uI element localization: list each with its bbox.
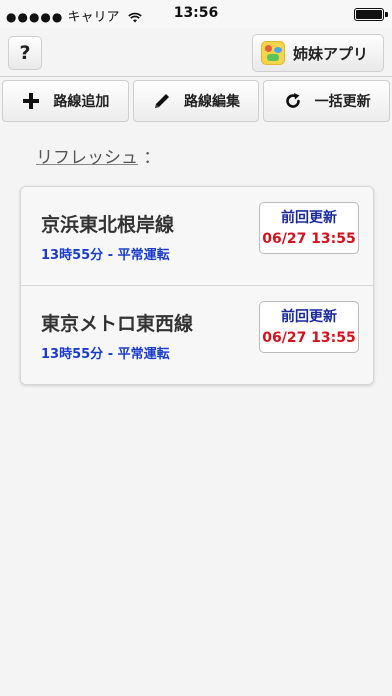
line-name: 東京メトロ東西線	[41, 313, 194, 335]
help-button[interactable]: ?	[8, 36, 42, 70]
sister-app-button[interactable]: 姉妹アプリ	[252, 34, 384, 72]
sister-app-icon	[261, 41, 285, 65]
refresh-all-button[interactable]: 一括更新	[263, 80, 391, 122]
last-update-title: 前回更新	[281, 210, 337, 226]
refresh-suffix: ：	[143, 148, 161, 168]
status-time: 13:56	[173, 5, 219, 21]
plus-icon	[21, 91, 41, 111]
nav-bar: ? 姉妹アプリ	[0, 28, 392, 77]
refresh-icon	[283, 91, 303, 111]
refresh-link[interactable]: リフレッシュ	[36, 148, 138, 168]
lines-list: 京浜東北根岸線 13時55分 - 平常運転 前回更新 06/27 13:55 東…	[20, 186, 374, 385]
last-update-time: 06/27 13:55	[262, 330, 356, 346]
refresh-row: リフレッシュ ：	[36, 143, 160, 168]
line-name: 京浜東北根岸線	[41, 214, 175, 236]
last-update-title: 前回更新	[281, 309, 337, 325]
pencil-icon	[152, 91, 172, 111]
status-bar: ●●●●● キャリア 13:56	[0, 0, 392, 28]
edit-lines-button[interactable]: 路線編集	[132, 80, 260, 122]
edit-lines-label: 路線編集	[184, 94, 240, 110]
sister-app-label: 姉妹アプリ	[293, 44, 369, 63]
last-update-box: 前回更新 06/27 13:55	[259, 202, 359, 254]
help-label: ?	[19, 42, 31, 64]
toolbar: 路線追加 路線編集 一括更新	[0, 80, 392, 124]
add-line-label: 路線追加	[53, 94, 110, 110]
battery-tip	[385, 12, 388, 17]
line-status: 13時55分 - 平常運転	[41, 248, 170, 263]
line-status: 13時55分 - 平常運転	[41, 347, 170, 362]
line-row[interactable]: 京浜東北根岸線 13時55分 - 平常運転 前回更新 06/27 13:55	[21, 187, 373, 285]
line-row[interactable]: 東京メトロ東西線 13時55分 - 平常運転 前回更新 06/27 13:55	[21, 285, 373, 384]
last-update-time: 06/27 13:55	[262, 231, 356, 247]
add-line-button[interactable]: 路線追加	[2, 80, 129, 122]
battery-icon	[354, 8, 384, 21]
last-update-box: 前回更新 06/27 13:55	[259, 301, 359, 353]
refresh-all-label: 一括更新	[314, 94, 371, 110]
